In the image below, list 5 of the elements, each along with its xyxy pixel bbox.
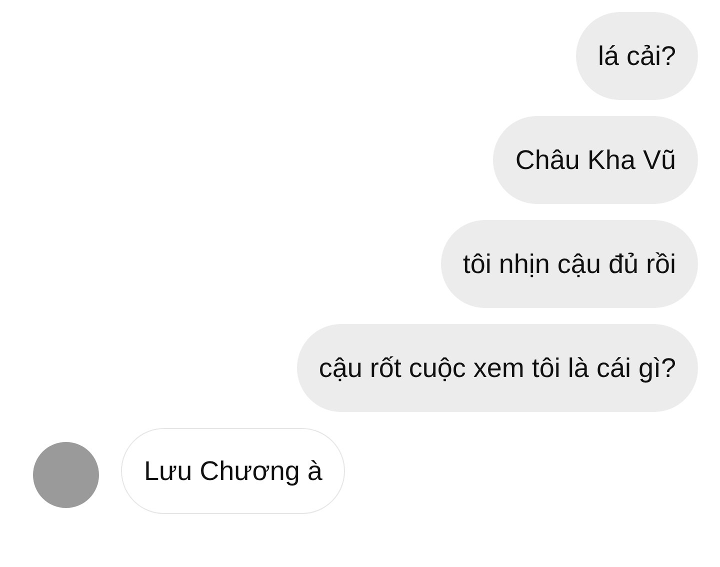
sent-message: Châu Kha Vũ (493, 116, 698, 204)
received-message: Lưu Chương à (121, 428, 346, 514)
sent-message: lá cải? (576, 12, 698, 100)
sent-message: tôi nhịn cậu đủ rồi (440, 220, 698, 308)
sent-message: cậu rốt cuộc xem tôi là cái gì? (296, 324, 698, 412)
